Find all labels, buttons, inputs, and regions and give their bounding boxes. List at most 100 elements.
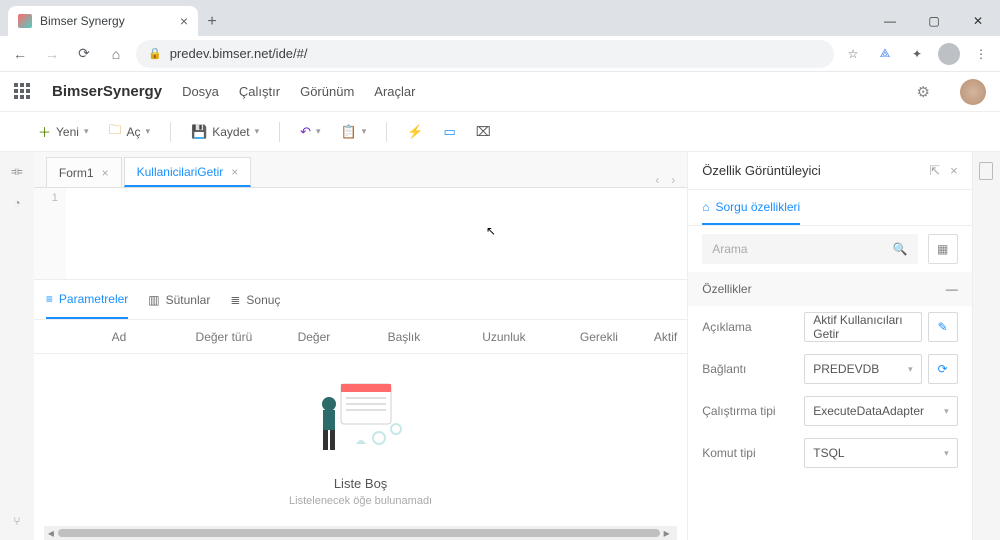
col-uzunluk[interactable]: Uzunluk: [454, 330, 554, 344]
chevron-down-icon: ▾: [84, 126, 89, 137]
minimize-button[interactable]: —: [868, 6, 912, 36]
field-value: PREDEVDB: [813, 362, 879, 376]
close-icon[interactable]: ×: [231, 165, 238, 179]
chevron-down-icon: ▾: [146, 126, 151, 137]
app-name: BimserSynergy: [52, 83, 162, 100]
translate-button[interactable]: ✎: [928, 312, 958, 342]
komut-tipi-select[interactable]: TSQL ▾: [804, 438, 957, 468]
col-deger[interactable]: Değer: [274, 330, 354, 344]
browser-tab[interactable]: Bimser Synergy ×: [8, 6, 198, 36]
badge-button[interactable]: ▭: [435, 118, 463, 146]
plus-icon: ＋: [38, 122, 51, 141]
reload-button[interactable]: ⟳: [72, 42, 96, 66]
col-ad[interactable]: Ad: [64, 330, 174, 344]
menu-run[interactable]: Çalıştır: [239, 84, 280, 99]
url-text: predev.bimser.net/ide/#/: [170, 46, 308, 61]
refresh-button[interactable]: ⟳: [928, 354, 958, 384]
save-label: Kaydet: [212, 125, 249, 139]
grid-body: Liste Boş Listelenecek öğe bulunamadı: [34, 354, 687, 526]
tab-prev-icon[interactable]: ‹: [655, 173, 659, 187]
tab-next-icon[interactable]: ›: [671, 173, 675, 187]
scroll-thumb[interactable]: [58, 529, 660, 537]
new-label: Yeni: [56, 125, 79, 139]
code-editor[interactable]: 1 ↖: [34, 188, 687, 280]
menu-file[interactable]: Dosya: [182, 84, 219, 99]
calistirma-tipi-select[interactable]: ExecuteDataAdapter ▾: [804, 396, 957, 426]
tab-sorgu-ozellikleri[interactable]: ⌂ Sorgu özellikleri: [702, 190, 800, 225]
user-avatar-icon[interactable]: [960, 79, 986, 105]
lock-icon: 🔒: [148, 47, 162, 60]
field-calistirma-tipi: Çalıştırma tipi ExecuteDataAdapter ▾: [688, 390, 971, 432]
baglanti-select[interactable]: PREDEVDB ▾: [804, 354, 921, 384]
forward-button[interactable]: →: [40, 42, 64, 66]
tab-sonuc[interactable]: ≣ Sonuç: [230, 280, 280, 319]
open-button[interactable]: 🗀 Aç ▾: [100, 118, 158, 146]
home-icon: ⌂: [702, 200, 709, 214]
main-area: ⟚ ◔ ⑂ Form1 × KullanicilariGetir × ‹ › 1…: [0, 152, 1000, 540]
menu-view[interactable]: Görünüm: [300, 84, 354, 99]
profile-avatar-icon[interactable]: [938, 43, 960, 65]
home-button[interactable]: ⌂: [104, 42, 128, 66]
col-aktif[interactable]: Aktif: [644, 330, 687, 344]
close-icon[interactable]: ×: [950, 163, 958, 179]
col-deger-turu[interactable]: Değer türü: [174, 330, 274, 344]
toolbar: ＋ Yeni ▾ 🗀 Aç ▾ 💾 Kaydet ▾ ↶ ▾ 📋 ▾ ⚡ ▭ ⌧: [0, 112, 1000, 152]
editor-tab-form1[interactable]: Form1 ×: [46, 157, 122, 187]
close-window-button[interactable]: ✕: [956, 6, 1000, 36]
preview-button[interactable]: ⌧: [468, 118, 499, 146]
apps-grid-icon[interactable]: [14, 83, 32, 101]
url-field[interactable]: 🔒 predev.bimser.net/ide/#/: [136, 40, 834, 68]
calendar-button[interactable]: ▦: [928, 234, 958, 264]
extensions-icon[interactable]: ✦: [906, 43, 928, 65]
field-value: Aktif Kullanıcıları Getir: [813, 313, 912, 341]
close-tab-icon[interactable]: ×: [180, 13, 188, 29]
panel-header: Özellik Görüntüleyici ⇱ ×: [688, 152, 971, 190]
pin-icon[interactable]: ⇱: [929, 163, 940, 179]
chevron-down-icon: ▾: [316, 126, 321, 137]
tab-label: Form1: [59, 166, 94, 180]
close-icon[interactable]: ×: [102, 166, 109, 180]
section-ozellikler[interactable]: Özellikler —: [688, 272, 971, 306]
list-icon: ≣: [230, 293, 240, 307]
empty-illustration-icon: [301, 374, 421, 464]
save-button[interactable]: 💾 Kaydet ▾: [183, 118, 267, 146]
field-value: ExecuteDataAdapter: [813, 404, 924, 418]
chevron-down-icon: ▾: [908, 364, 913, 375]
tab-label: Parametreler: [59, 292, 128, 306]
tab-sutunlar[interactable]: ▥ Sütunlar: [148, 280, 210, 319]
dock-handle-icon[interactable]: [979, 162, 993, 180]
col-gerekli[interactable]: Gerekli: [554, 330, 644, 344]
url-actions: ☆ ⟁ ✦ ⋮: [842, 43, 992, 65]
aciklama-input[interactable]: Aktif Kullanıcıları Getir: [804, 312, 921, 342]
translate-icon[interactable]: ⟁: [874, 43, 896, 65]
tab-label: KullanicilariGetir: [137, 165, 224, 179]
col-baslik[interactable]: Başlık: [354, 330, 454, 344]
maximize-button[interactable]: ▢: [912, 6, 956, 36]
branch-icon[interactable]: ⑂: [8, 512, 26, 530]
clipboard-button[interactable]: 📋 ▾: [333, 118, 375, 146]
new-tab-button[interactable]: +: [198, 8, 226, 36]
empty-title: Liste Boş: [334, 476, 387, 491]
kebab-menu-icon[interactable]: ⋮: [970, 43, 992, 65]
search-icon: 🔍: [893, 242, 908, 256]
search-input[interactable]: Arama 🔍: [702, 234, 917, 264]
star-icon[interactable]: ☆: [842, 43, 864, 65]
undo-button[interactable]: ↶ ▾: [292, 118, 328, 146]
settings-gear-icon[interactable]: ⚙: [917, 83, 930, 101]
flash-button[interactable]: ⚡: [399, 118, 431, 146]
menu-tools[interactable]: Araçlar: [374, 84, 415, 99]
chevron-down-icon: ▾: [944, 406, 949, 417]
sliders-icon[interactable]: ⟚: [8, 162, 26, 180]
outline-icon[interactable]: ◔: [8, 194, 26, 212]
editor-body[interactable]: ↖: [66, 188, 687, 279]
chevron-down-icon: ▾: [362, 126, 367, 137]
lightning-icon: ⚡: [407, 124, 423, 140]
new-button[interactable]: ＋ Yeni ▾: [30, 118, 96, 146]
editor-tab-kullanicilari-getir[interactable]: KullanicilariGetir ×: [124, 157, 252, 187]
tab-parametreler[interactable]: ≡ Parametreler: [46, 280, 128, 319]
horizontal-scrollbar[interactable]: ◂ ▸: [44, 526, 677, 540]
line-gutter: 1: [34, 188, 66, 279]
back-button[interactable]: ←: [8, 42, 32, 66]
line-number: 1: [34, 192, 58, 204]
chevron-down-icon: ▾: [255, 126, 260, 137]
